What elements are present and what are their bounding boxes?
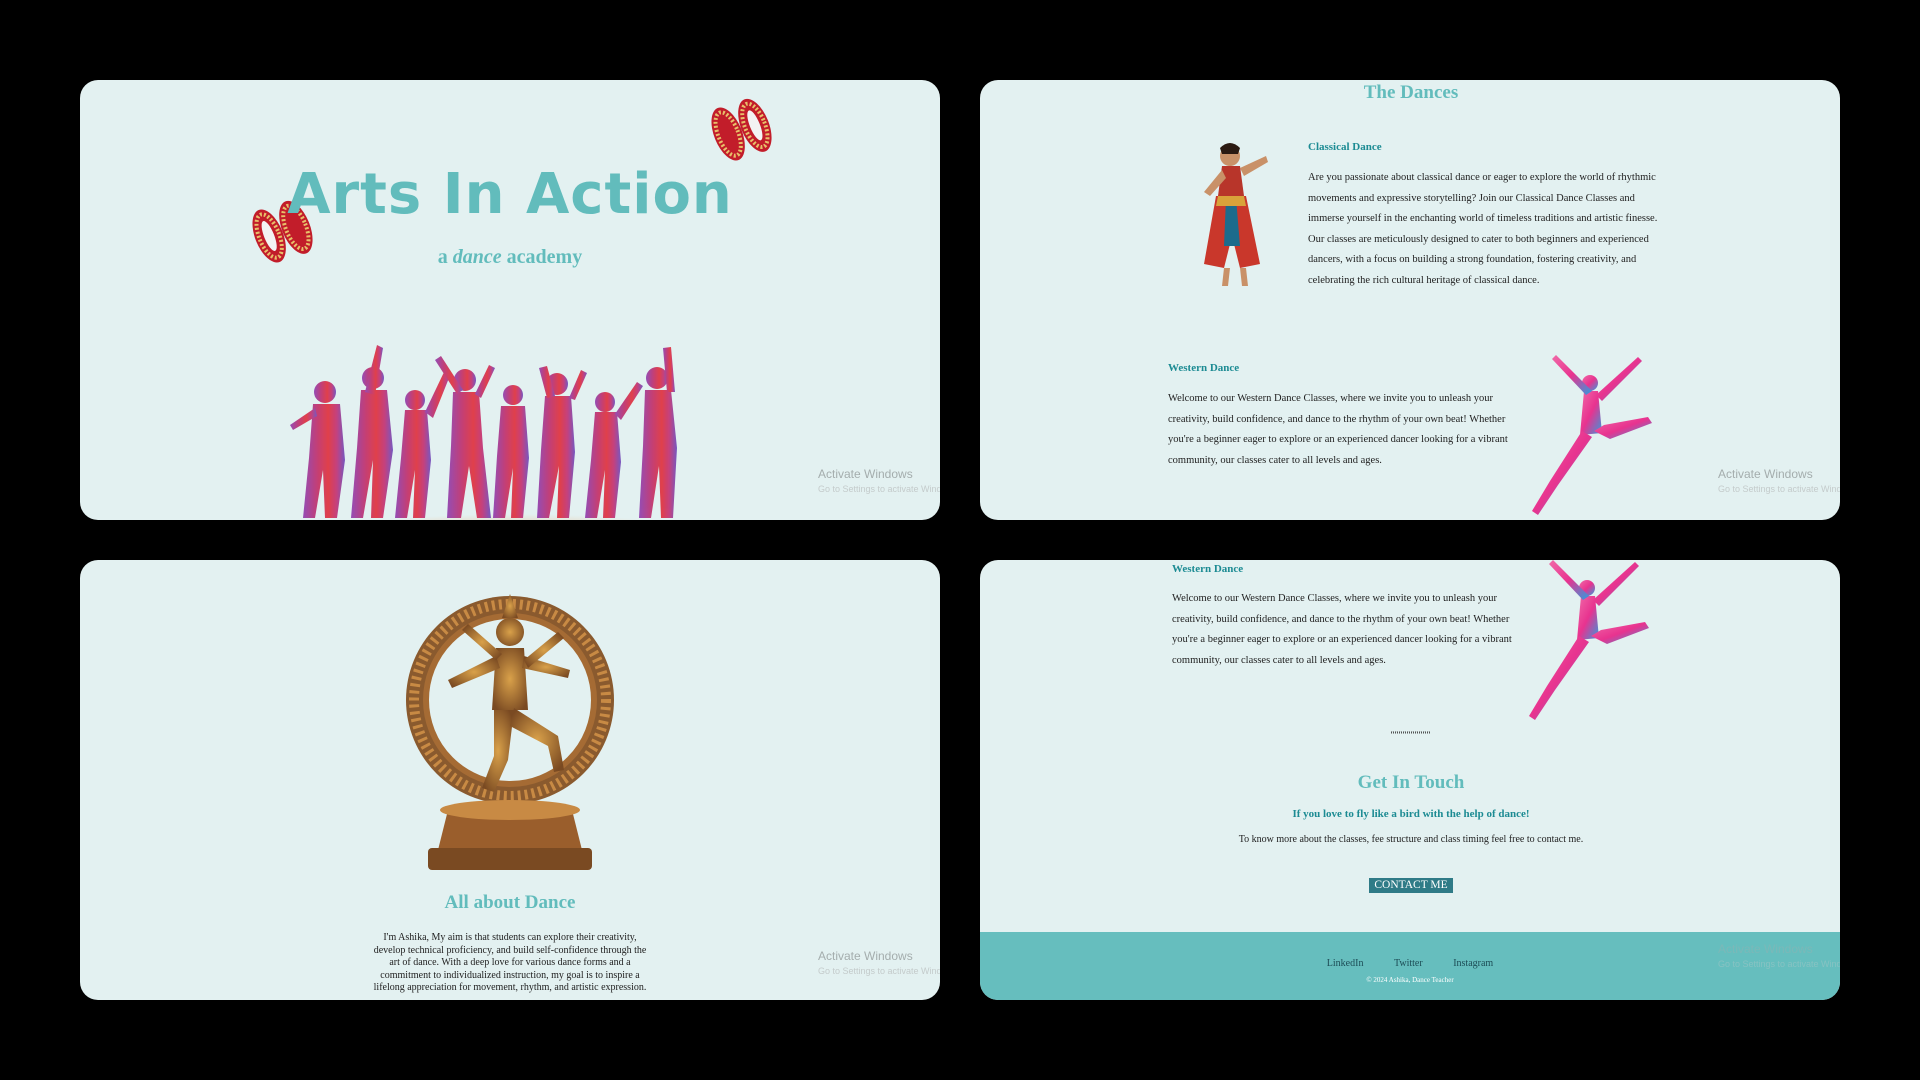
watermark-subtitle: Go to Settings to activate Windows.	[1718, 959, 1840, 969]
activate-windows-watermark: Activate Windows Go to Settings to activ…	[818, 467, 940, 494]
about-line: I'm Ashika, My aim is that students can …	[383, 932, 637, 943]
ghungroo-anklet-icon	[711, 98, 772, 161]
western-line: Welcome to our Western Dance Classes, wh…	[1168, 393, 1493, 404]
classical-line: immerse yourself in the enchanting world…	[1308, 213, 1658, 224]
footer-link-linkedin[interactable]: LinkedIn	[1327, 958, 1364, 969]
dances-section-title: The Dances	[1363, 82, 1459, 103]
tagline-suffix: academy	[506, 246, 583, 268]
hero-tagline: a dance academy	[80, 246, 940, 269]
classical-description: Are you passionate about classical dance…	[1308, 168, 1668, 291]
western-line: creativity, build confidence, and dance …	[1172, 613, 1510, 625]
nataraja-statue-image	[406, 594, 614, 870]
footer-link-instagram[interactable]: Instagram	[1453, 958, 1493, 969]
dancer-silhouettes-image	[285, 345, 735, 520]
watermark-subtitle: Go to Settings to activate Windows.	[818, 966, 940, 976]
western-line: you're a beginner eager to explore or an…	[1168, 434, 1508, 445]
classical-line: celebrating the rich cultural heritage o…	[1308, 274, 1540, 286]
hero-panel: Arts In Action a dance academy Activate …	[80, 80, 940, 520]
hero-title: Arts In Action	[287, 162, 733, 227]
western-heading: Western Dance	[1168, 362, 1240, 374]
western-line: Welcome to our Western Dance Classes, wh…	[1172, 593, 1497, 604]
classical-heading: Classical Dance	[1308, 141, 1382, 153]
contact-text: To know more about the classes, fee stru…	[1238, 834, 1584, 845]
watermark-title: Activate Windows	[1718, 942, 1813, 956]
about-line: develop technical proficiency, and build…	[373, 944, 647, 956]
about-line: art of dance. With a deep love for vario…	[389, 957, 631, 968]
contact-panel: Western Dance Welcome to our Western Dan…	[980, 560, 1840, 1000]
classical-line: Our classes are meticulously designed to…	[1308, 233, 1649, 245]
western-description: Welcome to our Western Dance Classes, wh…	[1172, 589, 1522, 671]
about-title: All about Dance	[444, 892, 576, 913]
footer: LinkedIn Twitter Instagram © 2024 Ashika…	[980, 932, 1840, 1000]
classical-line: dancers, with a focus on building a stro…	[1308, 254, 1637, 265]
watermark-title: Activate Windows	[818, 949, 913, 963]
leaping-dancer-image	[1529, 560, 1649, 720]
western-heading: Western Dance	[1172, 563, 1244, 575]
section-divider: """"""""""	[1390, 730, 1431, 740]
western-line: creativity, build confidence, and dance …	[1168, 413, 1506, 425]
leaping-dancer-image	[1532, 355, 1652, 515]
footer-link-twitter[interactable]: Twitter	[1394, 958, 1423, 969]
contact-me-button[interactable]: CONTACT ME	[1369, 878, 1453, 893]
contact-title: Get In Touch	[1357, 772, 1465, 793]
dances-panel: The Dances Classical Dance Are you passi…	[980, 80, 1840, 520]
footer-links: LinkedIn Twitter Instagram	[980, 958, 1840, 969]
classical-dancer-image	[1204, 143, 1268, 286]
watermark-title: Activate Windows	[1718, 467, 1813, 481]
activate-windows-watermark: Activate Windows Go to Settings to activ…	[1718, 467, 1840, 494]
about-line: lifelong appreciation for movement, rhyt…	[373, 982, 647, 993]
western-line: community, our classes cater to all leve…	[1168, 454, 1382, 466]
watermark-subtitle: Go to Settings to activate Windows.	[1718, 484, 1840, 494]
contact-subtitle: If you love to fly like a bird with the …	[1292, 808, 1530, 820]
about-text: I'm Ashika, My aim is that students can …	[340, 932, 680, 995]
western-description: Welcome to our Western Dance Classes, wh…	[1168, 389, 1518, 471]
western-line: community, our classes cater to all leve…	[1172, 654, 1386, 666]
classical-line: movements and expressive storytelling? J…	[1308, 192, 1635, 204]
tagline-emphasis: dance	[452, 246, 502, 268]
classical-line: Are you passionate about classical dance…	[1308, 172, 1656, 183]
footer-copyright: © 2024 Ashika, Dance Teacher	[1366, 976, 1454, 984]
western-line: you're a beginner eager to explore or an…	[1172, 634, 1512, 645]
about-panel: All about Dance I'm Ashika, My aim is th…	[80, 560, 940, 1000]
watermark-title: Activate Windows	[818, 467, 913, 481]
activate-windows-watermark: Activate Windows Go to Settings to activ…	[818, 949, 940, 976]
activate-windows-watermark: Activate Windows Go to Settings to activ…	[1718, 942, 1840, 969]
tagline-prefix: a	[437, 246, 448, 268]
watermark-subtitle: Go to Settings to activate Windows.	[818, 484, 940, 494]
about-line: commitment to individualized instruction…	[380, 969, 640, 981]
